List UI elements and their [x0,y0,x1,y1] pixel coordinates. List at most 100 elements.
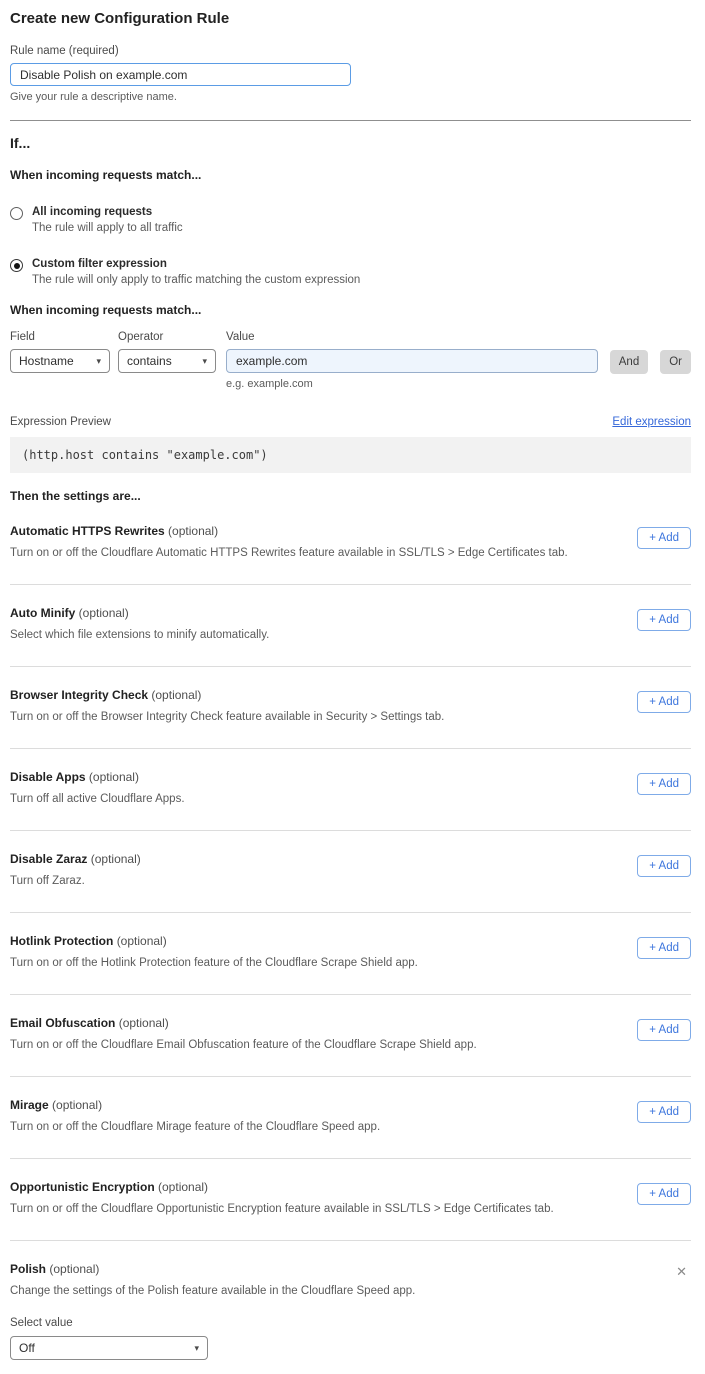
setting-name: Automatic HTTPS Rewrites [10,524,165,538]
page-title: Create new Configuration Rule [10,10,691,27]
setting-row-mirage: Mirage (optional) Turn on or off the Clo… [10,1077,691,1159]
field-column: Field Hostname ▾ [10,331,110,373]
setting-title: Disable Apps (optional) [10,770,185,784]
setting-desc: Turn on or off the Browser Integrity Che… [10,711,444,723]
setting-info: Disable Apps (optional) Turn off all act… [10,770,185,805]
add-button-disable-apps[interactable]: + Add [637,773,691,795]
setting-desc: Turn on or off the Hotlink Protection fe… [10,957,418,969]
operator-label: Operator [118,331,216,343]
setting-title: Mirage (optional) [10,1098,380,1112]
setting-info: Polish (optional) Change the settings of… [10,1262,415,1297]
expression-preview-code: (http.host contains "example.com") [10,437,691,473]
then-heading: Then the settings are... [10,489,691,503]
operator-select-value: contains [127,354,172,368]
value-help: e.g. example.com [226,378,598,390]
radio-all-incoming-desc: The rule will apply to all traffic [32,222,183,234]
radio-custom-filter-label: Custom filter expression [32,258,360,270]
setting-title: Hotlink Protection (optional) [10,934,418,948]
builder-heading: When incoming requests match... [10,303,691,317]
field-select-value: Hostname [19,354,74,368]
setting-desc: Turn on or off the Cloudflare Mirage fea… [10,1121,380,1133]
setting-info: Email Obfuscation (optional) Turn on or … [10,1016,477,1051]
optional-suffix: (optional) [49,1262,99,1276]
setting-row-opportunistic-encryption: Opportunistic Encryption (optional) Turn… [10,1159,691,1241]
operator-select[interactable]: contains ▾ [118,349,216,373]
and-button[interactable]: And [610,350,648,374]
setting-desc: Change the settings of the Polish featur… [10,1285,415,1297]
setting-title: Polish (optional) [10,1262,415,1276]
setting-info: Disable Zaraz (optional) Turn off Zaraz. [10,852,141,887]
setting-row-automatic-https-rewrites: Automatic HTTPS Rewrites (optional) Turn… [10,503,691,585]
optional-suffix: (optional) [168,524,218,538]
setting-row-disable-zaraz: Disable Zaraz (optional) Turn off Zaraz.… [10,831,691,913]
expression-preview-header: Expression Preview Edit expression [10,416,691,428]
expression-builder: Field Hostname ▾ Operator contains ▾ Val… [10,331,691,390]
setting-info: Browser Integrity Check (optional) Turn … [10,688,444,723]
field-label: Field [10,331,110,343]
setting-desc: Turn on or off the Cloudflare Email Obfu… [10,1039,477,1051]
add-button-disable-zaraz[interactable]: + Add [637,855,691,877]
setting-row-browser-integrity-check: Browser Integrity Check (optional) Turn … [10,667,691,749]
setting-name: Opportunistic Encryption [10,1180,155,1194]
setting-title: Browser Integrity Check (optional) [10,688,444,702]
optional-suffix: (optional) [151,688,201,702]
or-button[interactable]: Or [660,350,691,374]
value-label: Value [226,331,598,343]
optional-suffix: (optional) [79,606,129,620]
setting-name: Disable Zaraz [10,852,87,866]
radio-option-all-incoming[interactable]: All incoming requests The rule will appl… [10,206,691,234]
setting-desc: Turn off Zaraz. [10,875,141,887]
section-divider [10,120,691,121]
select-value-label: Select value [10,1317,691,1329]
add-button-email-obfuscation[interactable]: + Add [637,1019,691,1041]
edit-expression-link[interactable]: Edit expression [612,416,691,428]
polish-value-group: Select value Off ▾ [10,1317,691,1360]
optional-suffix: (optional) [89,770,139,784]
radio-option-custom-filter[interactable]: Custom filter expression The rule will o… [10,258,691,286]
polish-value-selected: Off [19,1341,35,1355]
add-button-browser-integrity-check[interactable]: + Add [637,691,691,713]
setting-name: Mirage [10,1098,49,1112]
rule-name-input[interactable] [10,63,351,86]
radio-all-incoming-texts: All incoming requests The rule will appl… [32,206,183,234]
setting-row-disable-apps: Disable Apps (optional) Turn off all act… [10,749,691,831]
setting-desc: Turn on or off the Cloudflare Automatic … [10,547,568,559]
optional-suffix: (optional) [117,934,167,948]
setting-row-polish-expanded: Polish (optional) Change the settings of… [10,1241,691,1360]
setting-name: Disable Apps [10,770,86,784]
add-button-hotlink-protection[interactable]: + Add [637,937,691,959]
optional-suffix: (optional) [91,852,141,866]
value-input[interactable] [226,349,598,373]
add-button-mirage[interactable]: + Add [637,1101,691,1123]
setting-row-auto-minify: Auto Minify (optional) Select which file… [10,585,691,667]
setting-title: Auto Minify (optional) [10,606,269,620]
polish-value-select[interactable]: Off ▾ [10,1336,208,1360]
add-button-opportunistic-encryption[interactable]: + Add [637,1183,691,1205]
radio-all-incoming-label: All incoming requests [32,206,183,218]
radio-custom-filter[interactable] [10,259,23,272]
chevron-down-icon: ▾ [96,356,101,367]
chevron-down-icon: ▾ [202,356,207,367]
setting-info: Auto Minify (optional) Select which file… [10,606,269,641]
add-button-automatic-https-rewrites[interactable]: + Add [637,527,691,549]
setting-info: Automatic HTTPS Rewrites (optional) Turn… [10,524,568,559]
setting-title: Email Obfuscation (optional) [10,1016,477,1030]
setting-name: Polish [10,1262,46,1276]
setting-info: Opportunistic Encryption (optional) Turn… [10,1180,554,1215]
setting-row-hotlink-protection: Hotlink Protection (optional) Turn on or… [10,913,691,995]
add-button-auto-minify[interactable]: + Add [637,609,691,631]
setting-title: Opportunistic Encryption (optional) [10,1180,554,1194]
setting-desc: Select which file extensions to minify a… [10,629,269,641]
chevron-down-icon: ▾ [194,1343,199,1354]
radio-custom-filter-texts: Custom filter expression The rule will o… [32,258,360,286]
optional-suffix: (optional) [158,1180,208,1194]
radio-all-incoming[interactable] [10,207,23,220]
conjunction-buttons: And Or [610,331,691,374]
setting-info: Mirage (optional) Turn on or off the Clo… [10,1098,380,1133]
setting-info: Hotlink Protection (optional) Turn on or… [10,934,418,969]
setting-name: Browser Integrity Check [10,688,148,702]
field-select[interactable]: Hostname ▾ [10,349,110,373]
setting-name: Hotlink Protection [10,934,113,948]
setting-title: Automatic HTTPS Rewrites (optional) [10,524,568,538]
optional-suffix: (optional) [52,1098,102,1112]
